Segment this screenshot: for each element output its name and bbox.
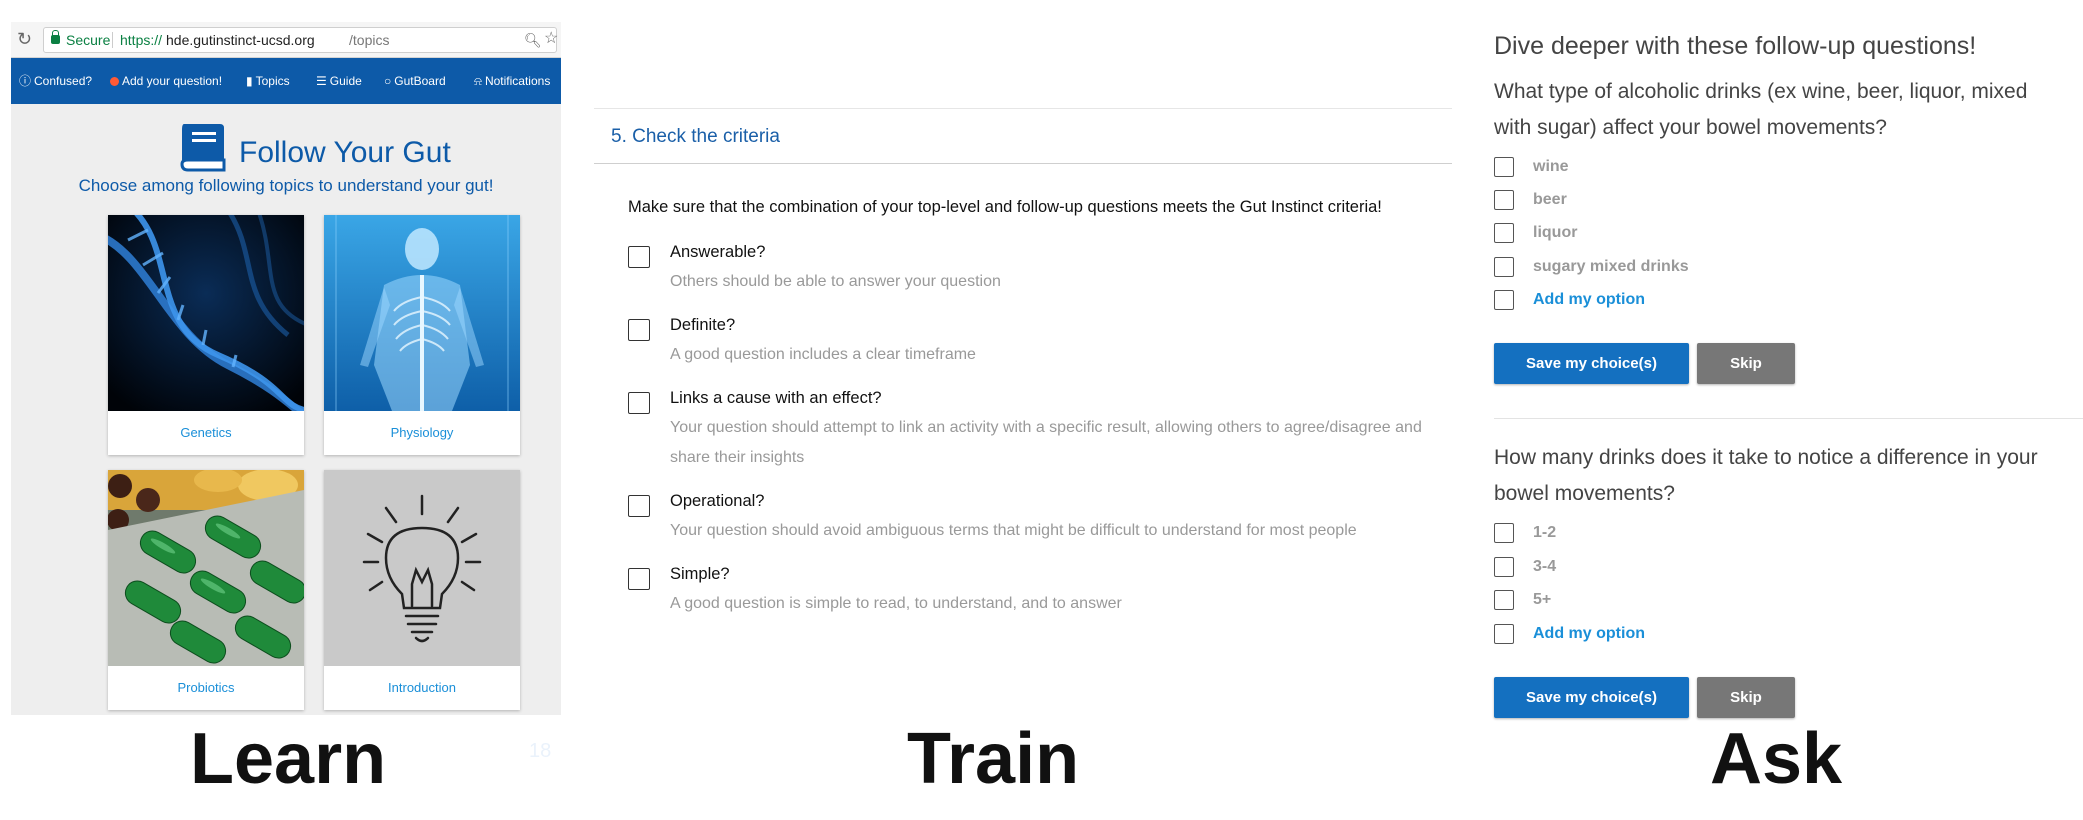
followup-header: Dive deeper with these follow-up questio… bbox=[1494, 32, 1977, 60]
url-scheme: https:// bbox=[120, 32, 163, 48]
option-checkbox[interactable] bbox=[1494, 257, 1514, 277]
criterion-checkbox[interactable] bbox=[628, 568, 650, 590]
option-checkbox[interactable] bbox=[1494, 157, 1514, 177]
human-body-xray-image bbox=[324, 215, 520, 411]
criterion-title: Links a cause with an effect? bbox=[670, 389, 882, 407]
criteria-intro: Make sure that the combination of your t… bbox=[628, 198, 1382, 216]
page-subtitle: Choose among following topics to underst… bbox=[78, 176, 494, 195]
light-bulb-image bbox=[324, 470, 520, 666]
browser-toolbar: ↻ Secure https:// hde.gutinstinct-ucsd.o… bbox=[11, 22, 561, 58]
chat-icon: ○ bbox=[384, 74, 392, 88]
address-divider bbox=[112, 32, 113, 48]
nav-confused[interactable]: ⓘ Confused? bbox=[19, 58, 92, 104]
option-label: 3-4 bbox=[1533, 558, 1557, 575]
topic-card-physiology[interactable]: Physiology bbox=[324, 215, 520, 455]
option-checkbox[interactable] bbox=[1494, 290, 1514, 310]
criterion-description: A good question is simple to read, to un… bbox=[670, 595, 1122, 612]
criterion-title: Operational? bbox=[670, 492, 765, 510]
section-heading: 5. Check the criteria bbox=[611, 126, 780, 147]
topic-label: Probiotics bbox=[177, 680, 235, 695]
question-text: How many drinks does it take to notice a… bbox=[1494, 446, 2038, 505]
learn-panel: ↻ Secure https:// hde.gutinstinct-ucsd.o… bbox=[11, 22, 561, 715]
save-choices-button[interactable]: Save my choice(s) bbox=[1494, 343, 1689, 384]
option-label: liquor bbox=[1533, 224, 1578, 241]
url-path: /topics bbox=[349, 32, 390, 48]
topic-card-probiotics[interactable]: Probiotics bbox=[108, 470, 304, 710]
ask-panel: Dive deeper with these follow-up questio… bbox=[1480, 0, 2083, 730]
option-label: beer bbox=[1533, 191, 1567, 208]
skip-button[interactable]: Skip bbox=[1697, 677, 1795, 718]
divider bbox=[594, 108, 1452, 109]
option-checkbox[interactable] bbox=[1494, 523, 1514, 543]
criterion-checkbox[interactable] bbox=[628, 392, 650, 414]
topic-label: Introduction bbox=[388, 680, 456, 695]
skip-button[interactable]: Skip bbox=[1697, 343, 1795, 384]
address-bar[interactable]: Secure https:// hde.gutinstinct-ucsd.org… bbox=[43, 27, 558, 53]
ask-label: Ask bbox=[1710, 719, 1843, 799]
nav-label: Confused? bbox=[34, 74, 93, 88]
topic-label: Physiology bbox=[390, 425, 454, 440]
green-capsules-image bbox=[108, 470, 304, 666]
list-icon: ☰ bbox=[316, 74, 327, 88]
option-checkbox[interactable] bbox=[1494, 190, 1514, 210]
criterion-description: A good question includes a clear timefra… bbox=[670, 346, 976, 363]
nav-gutboard[interactable]: ○ GutBoard bbox=[384, 58, 446, 104]
save-choices-button[interactable]: Save my choice(s) bbox=[1494, 677, 1689, 718]
divider bbox=[594, 163, 1452, 164]
bell-icon: ⍾ bbox=[474, 74, 482, 88]
learn-label: Learn bbox=[190, 719, 387, 799]
nav-guide[interactable]: ☰ Guide bbox=[316, 58, 362, 104]
option-label: 1-2 bbox=[1533, 524, 1557, 541]
zoom-icon[interactable]: 🔍︎ bbox=[524, 28, 542, 52]
train-label: Train bbox=[907, 719, 1080, 799]
nav-add-question[interactable]: Add your question! bbox=[110, 58, 222, 104]
criterion-title: Answerable? bbox=[670, 243, 766, 261]
question-circle-icon: ⓘ bbox=[19, 74, 32, 88]
nav-topics[interactable]: ▮ Topics bbox=[246, 58, 290, 104]
dna-helix-image bbox=[108, 215, 304, 411]
nav-label: Topics bbox=[255, 74, 290, 88]
nav-label: Guide bbox=[329, 74, 362, 88]
criterion-description: Your question should attempt to link an … bbox=[670, 419, 1422, 466]
nav-label: GutBoard bbox=[394, 74, 446, 88]
nav-label: Notifications bbox=[484, 74, 551, 88]
lock-icon bbox=[51, 30, 60, 44]
question-text: What type of alcoholic drinks (ex wine, … bbox=[1494, 80, 2028, 139]
option-checkbox[interactable] bbox=[1494, 624, 1514, 644]
criterion-checkbox[interactable] bbox=[628, 495, 650, 517]
option-checkbox[interactable] bbox=[1494, 590, 1514, 610]
option-checkbox[interactable] bbox=[1494, 557, 1514, 577]
topic-card-genetics[interactable]: Genetics bbox=[108, 215, 304, 455]
url-host: hde.gutinstinct-ucsd.org bbox=[166, 32, 315, 48]
divider bbox=[1494, 418, 2083, 419]
criterion-title: Simple? bbox=[670, 565, 730, 583]
option-label: 5+ bbox=[1533, 591, 1552, 608]
bookmark-star-icon[interactable]: ☆ bbox=[544, 27, 558, 51]
option-checkbox[interactable] bbox=[1494, 223, 1514, 243]
topic-card-introduction[interactable]: Introduction bbox=[324, 470, 520, 710]
train-panel: 5. Check the criteria Make sure that the… bbox=[594, 108, 1452, 668]
criterion-checkbox[interactable] bbox=[628, 246, 650, 268]
criterion-description: Your question should avoid ambiguous ter… bbox=[670, 522, 1357, 539]
criterion-description: Others should be able to answer your que… bbox=[670, 273, 1001, 290]
add-circle-icon bbox=[110, 77, 119, 86]
add-option-label: Add my option bbox=[1533, 291, 1645, 308]
add-option-label: Add my option bbox=[1533, 625, 1645, 642]
criterion-checkbox[interactable] bbox=[628, 319, 650, 341]
option-label: sugary mixed drinks bbox=[1533, 258, 1689, 275]
topic-label: Genetics bbox=[180, 425, 232, 440]
book-logo-icon bbox=[180, 124, 226, 172]
book-icon: ▮ bbox=[246, 74, 253, 88]
criterion-title: Definite? bbox=[670, 316, 736, 334]
page-title: Follow Your Gut bbox=[239, 136, 451, 169]
secure-label: Secure bbox=[66, 32, 111, 48]
nav-notifications[interactable]: ⍾ Notifications bbox=[474, 58, 550, 104]
nav-label: Add your question! bbox=[122, 74, 223, 88]
site-navbar: ⓘ Confused? Add your question! ▮ Topics ☰ G… bbox=[11, 58, 561, 104]
page-number: 18 bbox=[529, 740, 552, 762]
option-label: wine bbox=[1533, 158, 1569, 175]
reload-icon[interactable]: ↻ bbox=[17, 29, 32, 50]
